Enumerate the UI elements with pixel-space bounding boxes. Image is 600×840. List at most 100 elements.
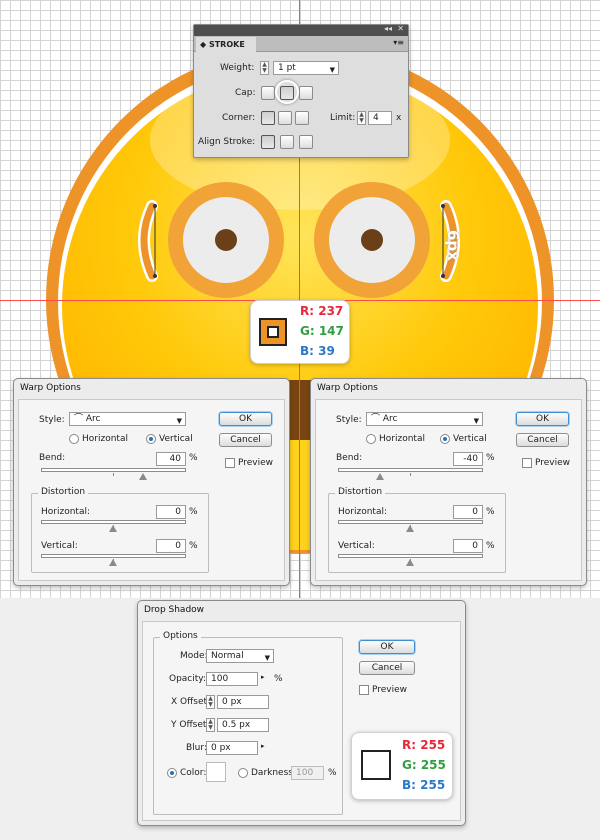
options-title: Options <box>160 631 201 641</box>
vertical-distortion-input[interactable]: 0 <box>156 539 186 553</box>
bend-slider-track[interactable] <box>338 468 483 476</box>
horizontal-label: Horizontal <box>82 434 128 444</box>
horizontal-distortion-percent: % <box>189 507 198 517</box>
opacity-arrow-icon[interactable]: ▸ <box>261 673 265 681</box>
weight-dropdown[interactable]: 1 pt ▼ <box>273 61 339 75</box>
bend-slider-thumb[interactable] <box>376 473 384 480</box>
preview-checkbox[interactable] <box>359 685 369 695</box>
opacity-input[interactable]: 100 <box>206 672 258 686</box>
warp-left-body: Style: ⌒ Arc ▼ Horizontal Vertical Bend:… <box>18 399 285 581</box>
bend-slider-track[interactable] <box>41 468 186 476</box>
panel-menu-icon[interactable]: ▾≡ <box>393 38 404 47</box>
horizontal-label: Horizontal <box>379 434 425 444</box>
align-stroke-label: Align Stroke: <box>198 137 256 147</box>
horizontal-distortion-input[interactable]: 0 <box>156 505 186 519</box>
vertical-distortion-input[interactable]: 0 <box>453 539 483 553</box>
measure-annotation: 6px <box>444 230 462 261</box>
collapse-icon[interactable]: ◂◂ <box>384 24 392 33</box>
style-dropdown[interactable]: ⌒ Arc ▼ <box>69 412 186 426</box>
vertical-distortion-slider[interactable] <box>41 554 186 562</box>
vertical-distortion-thumb[interactable] <box>109 559 117 566</box>
corner-label: Corner: <box>222 113 256 123</box>
preview-checkbox[interactable] <box>522 458 532 468</box>
white-swatch <box>361 750 391 780</box>
stroke-tab[interactable]: ◆ STROKE <box>196 37 256 52</box>
horizontal-distortion-label: Horizontal: <box>41 507 90 517</box>
cancel-button[interactable]: Cancel <box>219 433 272 447</box>
style-dropdown[interactable]: ⌒ Arc ▼ <box>366 412 483 426</box>
mode-dropdown[interactable]: Normal ▼ <box>206 649 274 663</box>
color-callout-white: R: 255 G: 255 B: 255 <box>351 732 453 800</box>
mouth-teeth <box>290 440 310 550</box>
bend-input[interactable]: -40 <box>453 452 483 466</box>
limit-label: Limit: <box>330 113 356 123</box>
bend-input[interactable]: 40 <box>156 452 186 466</box>
darkness-radio[interactable] <box>238 768 248 778</box>
limit-stepper[interactable]: ▲ ▼ <box>357 111 366 125</box>
ok-button[interactable]: OK <box>516 412 569 426</box>
mode-label: Mode: <box>180 651 208 661</box>
limit-input[interactable]: 4 <box>368 111 392 125</box>
preview-checkbox[interactable] <box>225 458 235 468</box>
cancel-button[interactable]: Cancel <box>516 433 569 447</box>
warp-options-left-dialog: Warp Options Style: ⌒ Arc ▼ Horizontal V… <box>13 378 290 586</box>
stroke-panel: ◂◂ ✕ ◆ STROKE ▾≡ Weight: ▲ ▼ 1 pt ▼ Cap: … <box>193 24 409 158</box>
vertical-distortion-thumb[interactable] <box>406 559 414 566</box>
horizontal-distortion-thumb[interactable] <box>109 525 117 532</box>
cancel-button[interactable]: Cancel <box>359 661 415 675</box>
green-value: G: 147 <box>300 324 344 338</box>
ok-button[interactable]: OK <box>359 640 415 654</box>
y-offset-stepper[interactable]: ▲ ▼ <box>206 718 215 732</box>
color-callout-orange: R: 237 G: 147 B: 39 <box>250 300 350 364</box>
stroke-panel-tabbar: ◆ STROKE ▾≡ <box>194 36 408 52</box>
round-cap-icon[interactable] <box>280 86 294 100</box>
x-offset-input[interactable]: 0 px <box>217 695 269 709</box>
horizontal-radio[interactable] <box>69 434 79 444</box>
x-offset-label: X Offset: <box>171 697 211 707</box>
horizontal-distortion-slider[interactable] <box>41 520 186 528</box>
arc-icon: ⌒ <box>371 414 383 424</box>
blue-value: B: 39 <box>300 344 335 358</box>
chevron-down-icon: ▼ <box>329 66 335 74</box>
align-center-icon[interactable] <box>261 135 275 149</box>
blur-arrow-icon[interactable]: ▸ <box>261 742 265 750</box>
chevron-down-icon: ▼ <box>176 417 182 425</box>
vertical-radio[interactable] <box>440 434 450 444</box>
align-outside-icon[interactable] <box>299 135 313 149</box>
bend-label: Bend: <box>336 453 363 463</box>
drop-shadow-title: Drop Shadow <box>144 605 205 615</box>
vertical-label: Vertical <box>159 434 193 444</box>
y-offset-input[interactable]: 0.5 px <box>217 718 269 732</box>
chevron-down-icon: ▼ <box>264 654 270 662</box>
bend-percent: % <box>189 453 198 463</box>
vertical-radio[interactable] <box>146 434 156 444</box>
style-value: Arc <box>85 414 101 424</box>
distortion-title: Distortion <box>38 487 89 497</box>
close-icon[interactable]: ✕ <box>397 24 404 33</box>
weight-stepper[interactable]: ▲ ▼ <box>260 61 269 75</box>
mode-value: Normal <box>211 651 244 661</box>
x-offset-stepper[interactable]: ▲ ▼ <box>206 695 215 709</box>
projecting-cap-icon[interactable] <box>299 86 313 100</box>
color-radio[interactable] <box>167 768 177 778</box>
horizontal-distortion-input[interactable]: 0 <box>453 505 483 519</box>
miter-join-icon[interactable] <box>261 111 275 125</box>
preview-label: Preview <box>238 458 274 468</box>
bend-slider-thumb[interactable] <box>139 473 147 480</box>
bend-percent: % <box>486 453 495 463</box>
blur-input[interactable]: 0 px <box>206 741 258 755</box>
vertical-distortion-percent: % <box>486 541 495 551</box>
butt-cap-icon[interactable] <box>261 86 275 100</box>
horizontal-distortion-thumb[interactable] <box>406 525 414 532</box>
warp-right-body: Style: ⌒ Arc ▼ Horizontal Vertical Bend:… <box>315 399 582 581</box>
align-inside-icon[interactable] <box>280 135 294 149</box>
vertical-distortion-slider[interactable] <box>338 554 483 562</box>
horizontal-distortion-percent: % <box>486 507 495 517</box>
bevel-join-icon[interactable] <box>295 111 309 125</box>
round-join-icon[interactable] <box>278 111 292 125</box>
chevron-down-icon: ▼ <box>473 417 479 425</box>
horizontal-radio[interactable] <box>366 434 376 444</box>
shadow-color-swatch[interactable] <box>206 762 226 782</box>
horizontal-distortion-slider[interactable] <box>338 520 483 528</box>
ok-button[interactable]: OK <box>219 412 272 426</box>
